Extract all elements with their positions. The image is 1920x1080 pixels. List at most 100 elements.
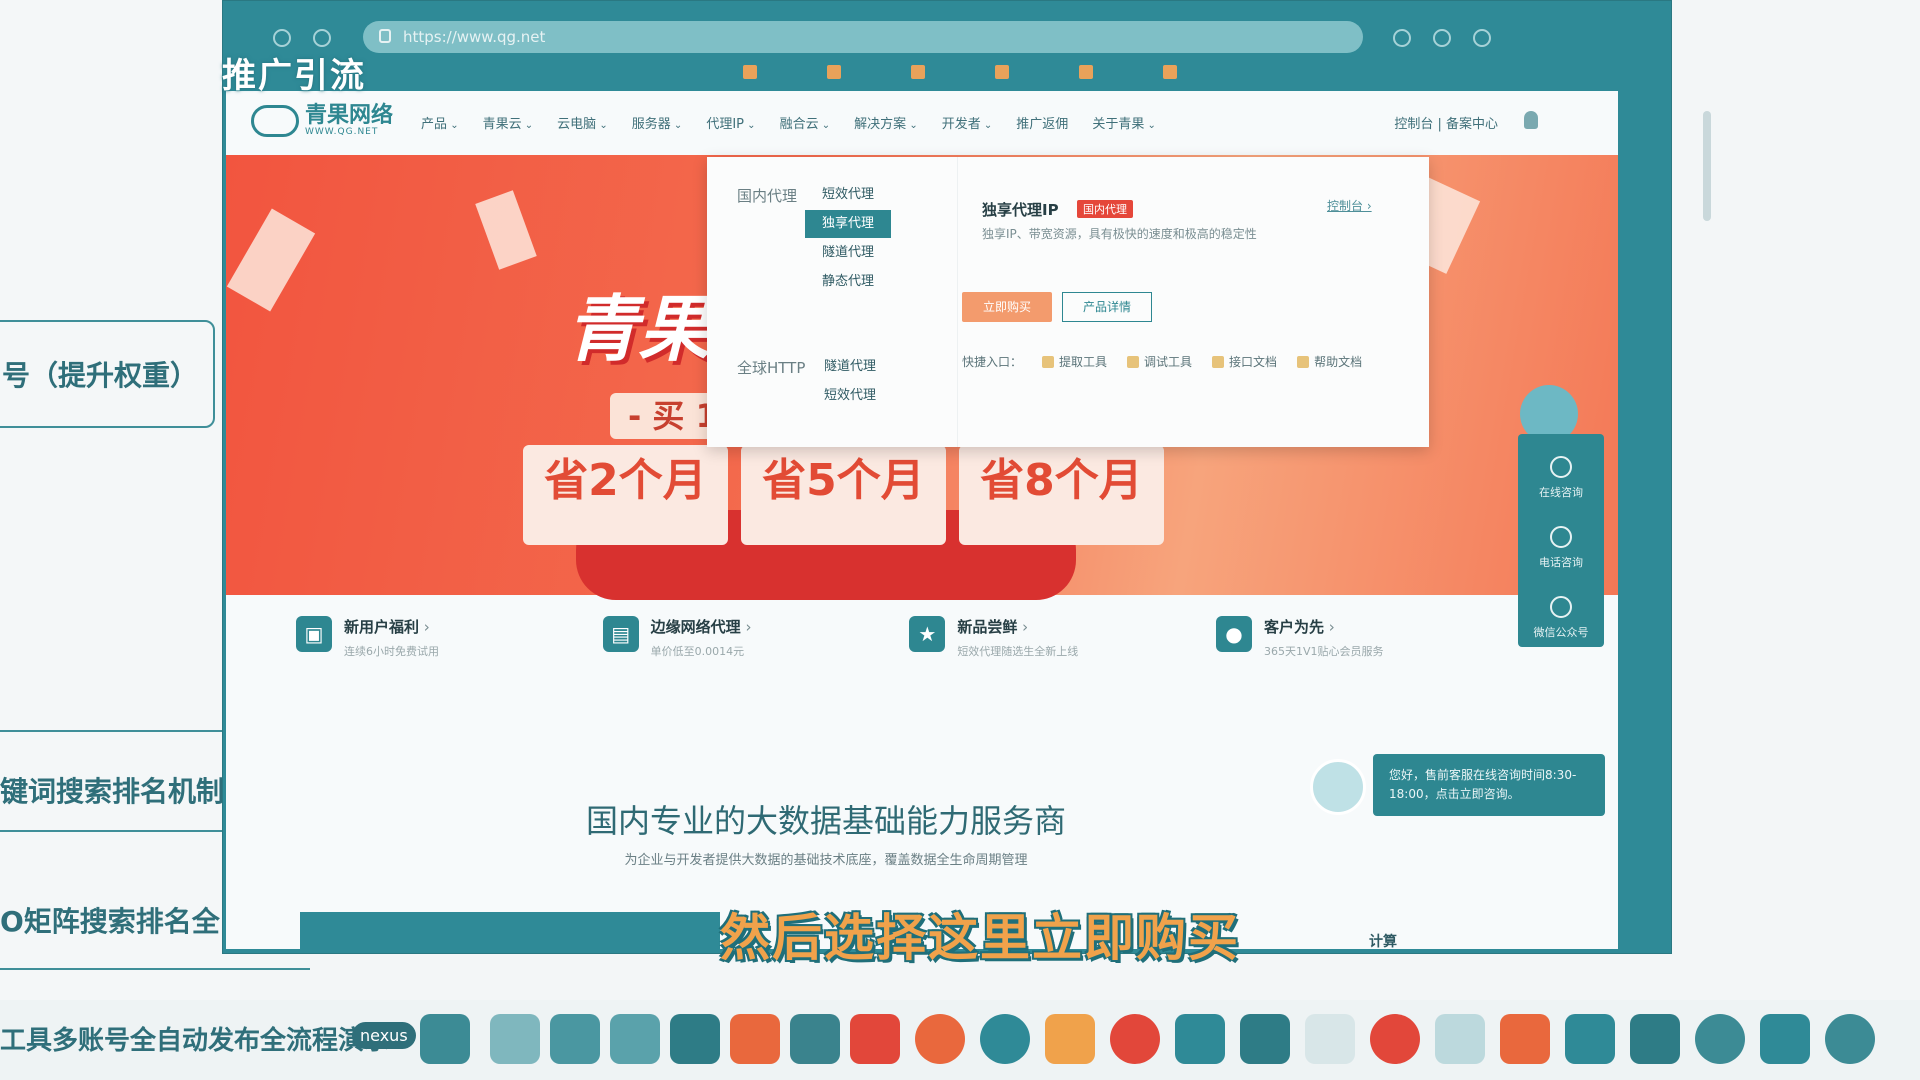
panel-title: 独享代理IP: [982, 201, 1059, 219]
app-icon[interactable]: [1045, 1014, 1095, 1064]
chrome-icon[interactable]: [915, 1014, 965, 1064]
bookmark-icon[interactable]: [911, 65, 925, 79]
steam-icon[interactable]: [1695, 1014, 1745, 1064]
nav-console-links[interactable]: 控制台 | 备案中心: [1394, 113, 1498, 132]
main-subheading: 为企业与开发者提供大数据的基础技术底座，覆盖数据全生命周期管理: [624, 853, 1028, 868]
feature-customer-first[interactable]: ● 客户为先 365天1V1贴心会员服务: [1215, 616, 1476, 659]
mindmap-line: [0, 730, 240, 732]
quick-links: 快捷入口： 提取工具 调试工具 接口文档 帮助文档: [962, 353, 1362, 370]
buy-now-button[interactable]: 立即购买: [962, 292, 1052, 322]
avatar-app-icon[interactable]: [1435, 1014, 1485, 1064]
quick-link-debug[interactable]: 调试工具: [1127, 353, 1192, 370]
feature-title: 边缘网络代理: [651, 616, 752, 637]
nav-item-qingguo-cloud[interactable]: 青果云: [483, 113, 534, 132]
settings-icon[interactable]: [1473, 29, 1491, 47]
hero-title: 青果: [566, 287, 711, 371]
bookmark-icon[interactable]: [1163, 65, 1177, 79]
online-consult-button[interactable]: 在线咨询: [1518, 456, 1604, 500]
app-icon[interactable]: [1630, 1014, 1680, 1064]
chat-app-icon[interactable]: [610, 1014, 660, 1064]
feature-title: 新品尝鲜: [957, 616, 1078, 637]
chat-line: 18:00，点击立即咨询。: [1389, 787, 1520, 801]
app-icon[interactable]: [1370, 1014, 1420, 1064]
nav-item-proxy-ip[interactable]: 代理IP: [706, 113, 755, 132]
save-box: 省2个月: [523, 445, 728, 545]
nav-item-fusion-cloud[interactable]: 融合云: [780, 113, 831, 132]
back-icon[interactable]: [273, 29, 291, 47]
nav-item-server[interactable]: 服务器: [632, 113, 683, 132]
nav-item-affiliate[interactable]: 推广返佣: [1016, 113, 1068, 132]
subtitle-bar: [300, 912, 720, 950]
capcut-icon[interactable]: [1240, 1014, 1290, 1064]
nav-item-product[interactable]: 产品: [421, 113, 459, 132]
app-icon[interactable]: [730, 1014, 780, 1064]
app-icon[interactable]: [1760, 1014, 1810, 1064]
gift-icon: ▣: [296, 616, 332, 652]
app-icon[interactable]: [420, 1014, 470, 1064]
nav-item-about[interactable]: 关于青果: [1092, 113, 1156, 132]
feature-new-product[interactable]: ★ 新品尝鲜 短效代理随选生全新上线: [909, 616, 1169, 659]
edge-icon[interactable]: [980, 1014, 1030, 1064]
chat-avatar[interactable]: [1310, 759, 1366, 815]
lock-icon: [379, 29, 391, 43]
mindmap-line: [0, 968, 310, 970]
feature-edge-proxy[interactable]: ▤ 边缘网络代理 单价低至0.0014元: [602, 616, 863, 659]
profile-icon[interactable]: [1433, 29, 1451, 47]
url-text: https://www.qg.net: [403, 28, 546, 46]
app-icon[interactable]: [1175, 1014, 1225, 1064]
panel-description: 独享IP、带宽资源，具有极快的速度和极高的稳定性: [982, 227, 1257, 241]
app-icon[interactable]: [490, 1014, 540, 1064]
phone-icon: [1550, 526, 1572, 548]
chat-bubble[interactable]: 您好，售前客服在线咨询时间8:30- 18:00，点击立即咨询。: [1373, 754, 1605, 816]
menu-item-global-short[interactable]: 短效代理: [807, 382, 893, 410]
quick-link-help[interactable]: 帮助文档: [1297, 353, 1362, 370]
menu-item-static-proxy[interactable]: 静态代理: [805, 268, 891, 296]
nav-item-developer[interactable]: 开发者: [942, 113, 993, 132]
bookmark-icon[interactable]: [995, 65, 1009, 79]
app-icon[interactable]: [550, 1014, 600, 1064]
menu-item-short-proxy[interactable]: 短效代理: [805, 181, 891, 209]
tool-icon: [1127, 355, 1140, 368]
quick-link-api-docs[interactable]: 接口文档: [1212, 353, 1277, 370]
bookmark-icon[interactable]: [1079, 65, 1093, 79]
wechat-icon: [1550, 596, 1572, 618]
doc-icon: [1212, 355, 1225, 368]
bookmark-icon[interactable]: [743, 65, 757, 79]
app-icon[interactable]: [1110, 1014, 1160, 1064]
bookmarks-bar: [743, 61, 1643, 85]
menu-item-exclusive-proxy[interactable]: 独享代理: [805, 210, 891, 238]
feature-title: 客户为先: [1264, 616, 1384, 637]
feature-new-user[interactable]: ▣ 新用户福利 连续6小时免费试用: [296, 616, 556, 659]
site-logo[interactable]: 青果网络 WWW.QG.NET: [251, 105, 393, 137]
user-icon[interactable]: [1524, 111, 1538, 129]
app-icon[interactable]: [1825, 1014, 1875, 1064]
product-detail-button[interactable]: 产品详情: [1062, 292, 1152, 322]
refresh-icon[interactable]: [313, 29, 331, 47]
nav-item-solutions[interactable]: 解决方案: [854, 113, 918, 132]
calculator-link[interactable]: 计算: [1369, 931, 1397, 949]
bookmark-icon[interactable]: [827, 65, 841, 79]
app-icon[interactable]: [1500, 1014, 1550, 1064]
phone-consult-button[interactable]: 电话咨询: [1518, 526, 1604, 570]
nexus-dock-label[interactable]: nexus: [352, 1022, 416, 1049]
nav-item-cloud-pc[interactable]: 云电脑: [557, 113, 608, 132]
address-bar[interactable]: https://www.qg.net: [363, 21, 1363, 53]
mindmap-node-label: 号（提升权重）: [2, 359, 199, 392]
menu-item-tunnel-proxy[interactable]: 隧道代理: [805, 239, 891, 267]
feature-title: 新用户福利: [344, 616, 439, 637]
extension-icon[interactable]: [1393, 29, 1411, 47]
cloud-icon[interactable]: [1305, 1014, 1355, 1064]
app-icon[interactable]: [1565, 1014, 1615, 1064]
app-icon[interactable]: [850, 1014, 900, 1064]
mindmap-text: 工具多账号全自动发布全流程演示: [0, 1026, 391, 1056]
browser-window: https://www.qg.net 青果网络 WWW.QG.NET 产品 青果…: [222, 0, 1711, 954]
console-link[interactable]: 控制台 ›: [1327, 197, 1372, 214]
wechat-button[interactable]: 微信公众号: [1518, 596, 1604, 640]
app-icon[interactable]: [790, 1014, 840, 1064]
feature-subtitle: 短效代理随选生全新上线: [957, 645, 1079, 658]
quick-link-extract[interactable]: 提取工具: [1042, 353, 1107, 370]
scrollbar[interactable]: [1703, 111, 1711, 221]
panel-tag: 国内代理: [1077, 200, 1133, 218]
menu-item-global-tunnel[interactable]: 隧道代理: [807, 353, 893, 381]
qq-app-icon[interactable]: [670, 1014, 720, 1064]
